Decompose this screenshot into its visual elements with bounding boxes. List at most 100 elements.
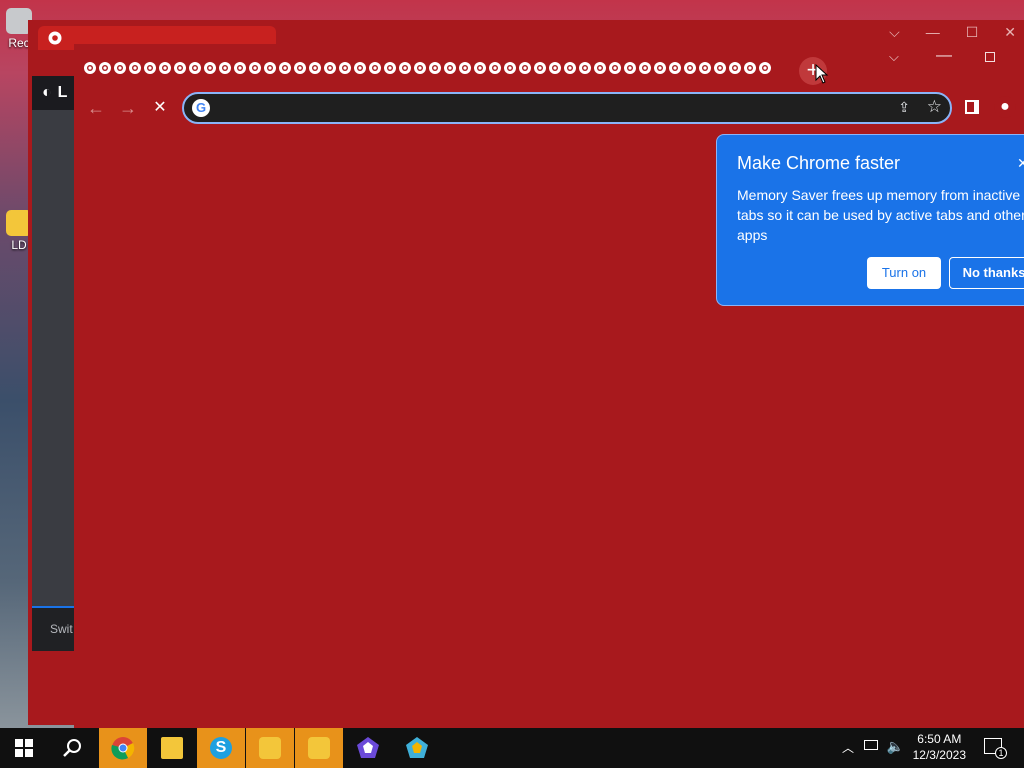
tab-favicon[interactable] <box>637 60 652 75</box>
taskbar-file-explorer[interactable] <box>148 728 196 768</box>
tab-favicon[interactable] <box>742 60 757 75</box>
tab-favicon[interactable] <box>652 60 667 75</box>
pentagon-app-icon <box>406 737 428 758</box>
tab-favicon[interactable] <box>427 60 442 75</box>
back-button[interactable]: ← <box>84 96 108 120</box>
tab-favicon[interactable] <box>142 60 157 75</box>
tab-favicon[interactable] <box>322 60 337 75</box>
tab-favicon[interactable] <box>697 60 712 75</box>
bubble-body: Memory Saver frees up memory from inacti… <box>737 187 1024 243</box>
tab-favicon[interactable] <box>337 60 352 75</box>
share-icon[interactable]: ⇪ <box>898 99 910 116</box>
stop-loading-button[interactable]: ✕ <box>148 96 172 120</box>
skype-icon: S <box>210 737 232 759</box>
tab-favicon[interactable] <box>292 60 307 75</box>
ldplayer-store-icon <box>259 737 281 759</box>
taskbar-app-pentagon-1[interactable] <box>344 728 392 768</box>
side-panel-icon[interactable] <box>965 100 979 114</box>
tab-favicon[interactable] <box>247 60 262 75</box>
close-icon[interactable]: ✕ <box>1017 155 1024 172</box>
tab-favicon[interactable] <box>442 60 457 75</box>
taskbar-ldmultiplayer[interactable] <box>295 728 343 768</box>
tab-favicon[interactable] <box>232 60 247 75</box>
minimize-icon[interactable]: — <box>926 24 940 41</box>
folder-icon <box>161 737 183 759</box>
memory-saver-bubble: Make Chrome faster ✕ Memory Saver frees … <box>716 134 1024 306</box>
toolbar: ← → ✕ G ⇪ ☆ ● <box>74 88 1024 128</box>
tab-favicon[interactable] <box>547 60 562 75</box>
desktop-icon-label: LD <box>11 238 27 252</box>
chrome-icon <box>48 31 62 50</box>
tab-favicon[interactable] <box>532 60 547 75</box>
tab-favicon[interactable] <box>82 60 97 75</box>
ldmultiplayer-icon <box>308 737 330 759</box>
tab-favicon[interactable] <box>517 60 532 75</box>
tab-favicon[interactable] <box>757 60 772 75</box>
tab-favicon[interactable] <box>457 60 472 75</box>
tab-favicon[interactable] <box>607 60 622 75</box>
tab-favicon[interactable] <box>97 60 112 75</box>
maximize-icon[interactable] <box>985 52 995 62</box>
close-icon[interactable]: ✕ <box>1004 24 1016 41</box>
tab-search-icon[interactable]: ⌵ <box>889 49 899 65</box>
tab-favicons <box>82 60 772 75</box>
tab-search-icon[interactable]: ⌵ <box>889 24 900 41</box>
tab-favicon[interactable] <box>412 60 427 75</box>
tab-favicon[interactable] <box>577 60 592 75</box>
tab-favicon[interactable] <box>127 60 142 75</box>
maximize-icon[interactable]: ☐ <box>966 24 979 41</box>
tab-favicon[interactable] <box>667 60 682 75</box>
clock-time: 6:50 AM <box>917 732 962 746</box>
tab-favicon[interactable] <box>367 60 382 75</box>
tab-favicon[interactable] <box>397 60 412 75</box>
search-icon <box>63 739 81 757</box>
taskbar-search-button[interactable] <box>48 728 96 768</box>
tab-favicon[interactable] <box>262 60 277 75</box>
tab-favicon[interactable] <box>487 60 502 75</box>
pentagon-app-icon <box>357 737 379 758</box>
tab-favicon[interactable] <box>727 60 742 75</box>
tab-favicon[interactable] <box>622 60 637 75</box>
clock[interactable]: 6:50 AM 12/3/2023 <box>913 731 966 763</box>
tab-favicon[interactable] <box>562 60 577 75</box>
taskbar-app-pentagon-2[interactable] <box>393 728 441 768</box>
start-button[interactable] <box>0 728 48 768</box>
chrome-icon <box>111 737 135 760</box>
tab-favicon[interactable] <box>352 60 367 75</box>
tab-favicon[interactable] <box>187 60 202 75</box>
google-icon: G <box>192 99 210 117</box>
tab-favicon[interactable] <box>217 60 232 75</box>
windows-icon <box>15 739 33 757</box>
profile-icon[interactable]: ● <box>994 96 1016 118</box>
ldplayer-title: L <box>57 84 68 101</box>
omnibox[interactable]: G ⇪ ☆ <box>182 92 952 124</box>
network-icon[interactable] <box>864 740 878 750</box>
tab-favicon[interactable] <box>502 60 517 75</box>
desktop-icon-label: Rec <box>8 36 30 50</box>
tab-favicon[interactable] <box>592 60 607 75</box>
minimize-icon[interactable]: — <box>936 47 952 65</box>
tab-favicon[interactable] <box>112 60 127 75</box>
tab-favicon[interactable] <box>202 60 217 75</box>
taskbar-skype[interactable]: S <box>197 728 245 768</box>
taskbar: S ︿ 🔈 6:50 AM 12/3/2023 1 <box>0 728 1024 768</box>
bookmark-star-icon[interactable]: ☆ <box>927 97 942 117</box>
chevron-up-icon[interactable]: ︿ <box>842 739 854 756</box>
taskbar-chrome[interactable] <box>99 728 147 768</box>
tab-favicon[interactable] <box>172 60 187 75</box>
tab-favicon[interactable] <box>277 60 292 75</box>
tab-favicon[interactable] <box>382 60 397 75</box>
bubble-title: Make Chrome faster <box>737 153 901 173</box>
tab-favicon[interactable] <box>712 60 727 75</box>
turn-on-button[interactable]: Turn on <box>867 257 941 289</box>
tab-strip: + ⌵ — <box>74 44 1024 88</box>
volume-muted-icon[interactable]: 🔈 <box>887 738 904 755</box>
tab-favicon[interactable] <box>472 60 487 75</box>
notification-center-icon[interactable]: 1 <box>984 738 1007 759</box>
tab-favicon[interactable] <box>157 60 172 75</box>
taskbar-ldplayer-store[interactable] <box>246 728 294 768</box>
forward-button[interactable]: → <box>116 96 140 120</box>
tab-favicon[interactable] <box>307 60 322 75</box>
no-thanks-button[interactable]: No thanks <box>949 257 1024 289</box>
tab-favicon[interactable] <box>682 60 697 75</box>
